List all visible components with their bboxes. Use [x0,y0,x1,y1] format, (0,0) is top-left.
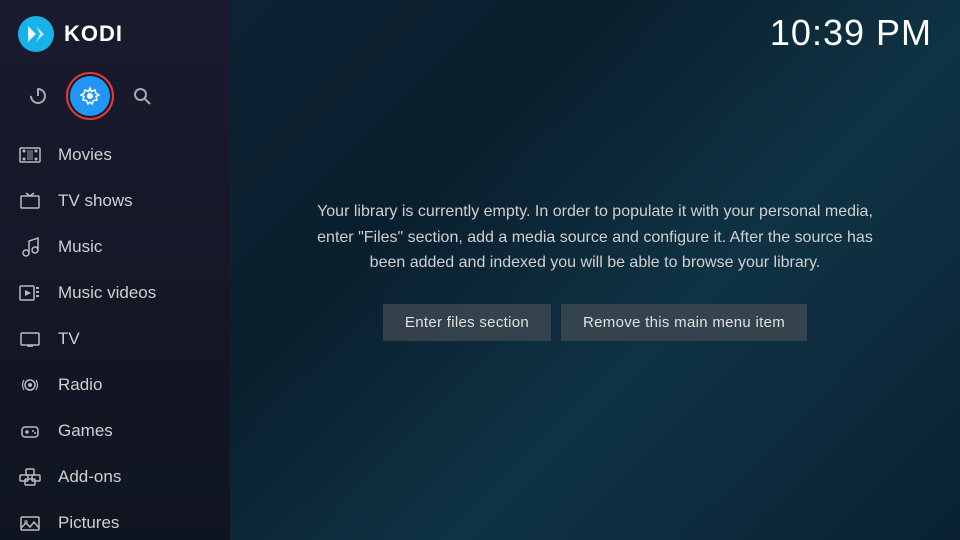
kodi-logo-icon [18,16,54,52]
music-label: Music [58,237,102,257]
app-title: KODI [64,21,123,47]
search-button[interactable] [122,76,162,116]
action-buttons-container: Enter files section Remove this main men… [383,304,807,341]
radio-icon [18,373,42,397]
add-ons-label: Add-ons [58,467,121,487]
tv-shows-icon [18,189,42,213]
remove-menu-item-button[interactable]: Remove this main menu item [561,304,807,341]
search-icon [132,86,152,106]
add-ons-icon [18,465,42,489]
library-empty-message: Your library is currently empty. In orde… [230,0,960,540]
main-content: 10:39 PM Your library is currently empty… [230,0,960,540]
clock-display: 10:39 PM [770,12,932,54]
settings-button[interactable] [70,76,110,116]
sidebar-item-music[interactable]: Music [0,224,230,270]
music-videos-label: Music videos [58,283,156,303]
sidebar-icon-bar [0,68,230,132]
sidebar-item-radio[interactable]: Radio [0,362,230,408]
games-label: Games [58,421,113,441]
sidebar-item-games[interactable]: Games [0,408,230,454]
movies-icon [18,143,42,167]
sidebar-item-movies[interactable]: Movies [0,132,230,178]
pictures-icon [18,511,42,535]
sidebar-item-tv-shows[interactable]: TV shows [0,178,230,224]
sidebar-item-music-videos[interactable]: Music videos [0,270,230,316]
tv-icon [18,327,42,351]
pictures-label: Pictures [58,513,119,533]
nav-menu: Movies TV shows Music Music videos TV [0,132,230,540]
sidebar-item-pictures[interactable]: Pictures [0,500,230,540]
sidebar-header: KODI [0,0,230,68]
games-icon [18,419,42,443]
settings-icon [80,86,100,106]
radio-label: Radio [58,375,102,395]
power-icon [28,86,48,106]
library-message-text: Your library is currently empty. In orde… [310,199,880,276]
music-icon [18,235,42,259]
music-videos-icon [18,281,42,305]
tv-label: TV [58,329,80,349]
movies-label: Movies [58,145,112,165]
sidebar-item-add-ons[interactable]: Add-ons [0,454,230,500]
tv-shows-label: TV shows [58,191,133,211]
enter-files-button[interactable]: Enter files section [383,304,551,341]
power-button[interactable] [18,76,58,116]
sidebar: KODI [0,0,230,540]
sidebar-item-tv[interactable]: TV [0,316,230,362]
